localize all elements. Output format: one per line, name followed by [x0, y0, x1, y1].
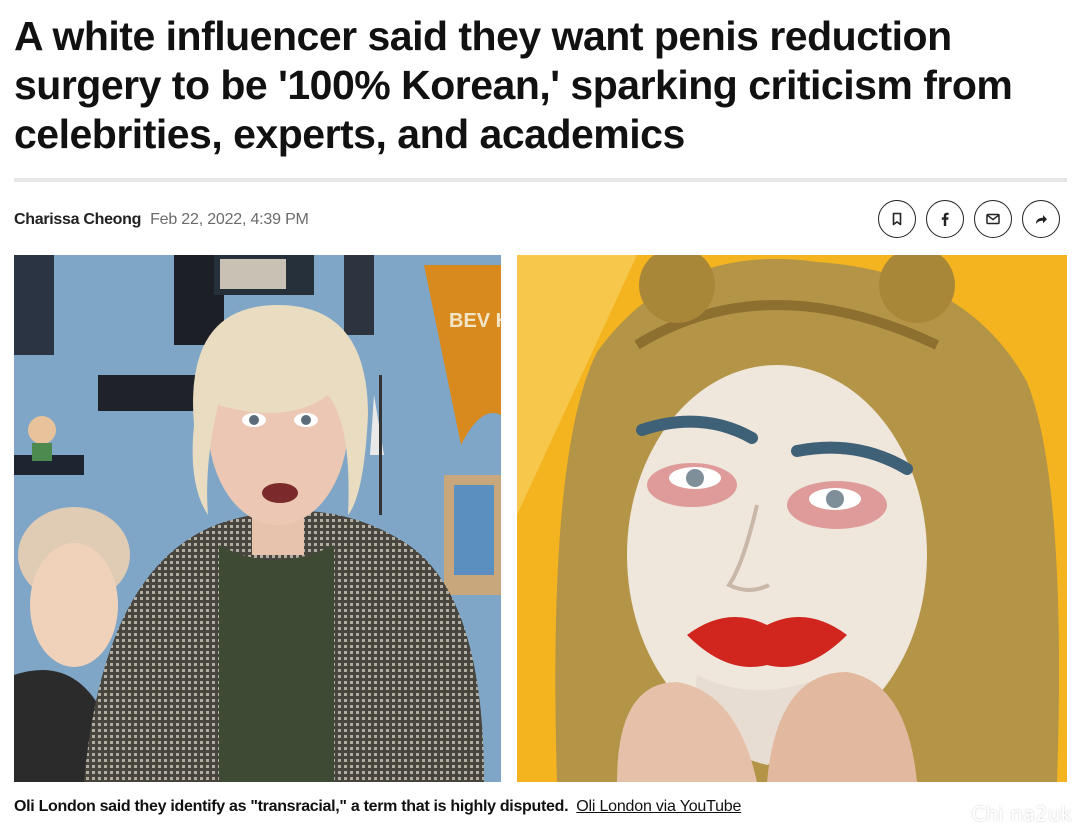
watermark: Chi na2uk — [971, 802, 1072, 826]
article-photo-right — [517, 255, 1067, 782]
photo-credit-link[interactable]: Oli London via YouTube — [576, 798, 741, 815]
email-share-button[interactable] — [974, 200, 1012, 238]
facebook-share-button[interactable] — [926, 200, 964, 238]
byline: Charissa Cheong Feb 22, 2022, 4:39 PM — [14, 209, 309, 231]
article-photo-left: BEV HI — [14, 255, 501, 782]
facebook-icon — [941, 212, 949, 226]
photo-caption: Oli London said they identify as "transr… — [14, 797, 741, 817]
share-button[interactable] — [1022, 200, 1060, 238]
caption-text: Oli London said they identify as "transr… — [14, 798, 569, 815]
headline-divider — [14, 178, 1067, 182]
share-icon — [1036, 215, 1047, 224]
bookmark-icon — [892, 212, 902, 226]
share-actions — [878, 200, 1060, 238]
email-icon — [986, 213, 1000, 225]
author-link[interactable]: Charissa Cheong — [14, 211, 141, 229]
bookmark-button[interactable] — [878, 200, 916, 238]
publish-date: Feb 22, 2022, 4:39 PM — [150, 211, 309, 228]
article-headline: A white influencer said they want penis … — [14, 13, 1013, 157]
beverly-hills-sign: BEV HI — [449, 310, 501, 332]
